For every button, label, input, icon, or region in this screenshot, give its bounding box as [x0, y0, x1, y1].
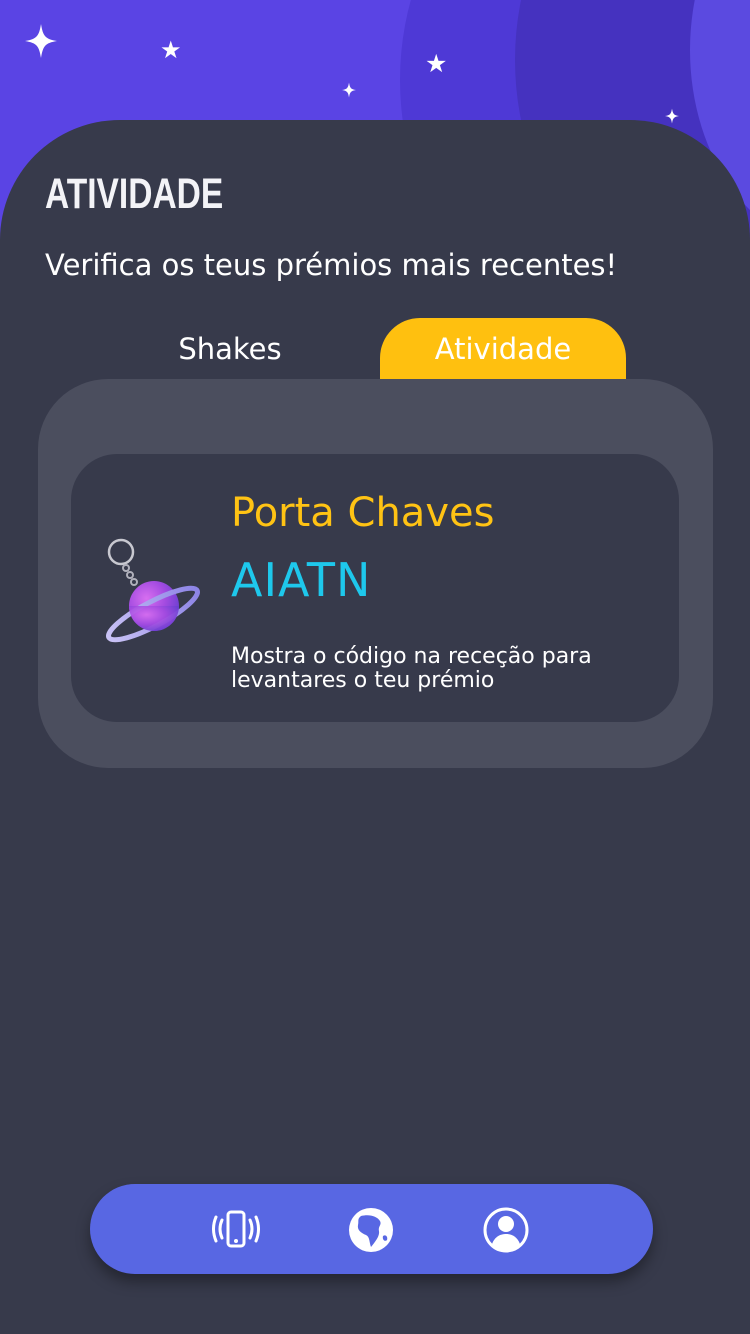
nav-profile-button[interactable]	[482, 1206, 530, 1254]
planet-keychain-icon	[105, 538, 201, 643]
star-icon: ★	[425, 49, 448, 78]
sparkle-icon	[25, 24, 57, 58]
prize-code: AIATN	[231, 553, 372, 607]
sparkle-icon	[665, 108, 679, 124]
sparkle-icon	[342, 82, 356, 98]
profile-icon	[483, 1207, 529, 1253]
page-subtitle: Verifica os teus prémios mais recentes!	[45, 248, 618, 282]
prize-instructions: Mostra o código na receção para levantar…	[231, 644, 592, 693]
nav-globe-button[interactable]	[347, 1206, 395, 1254]
tab-atividade[interactable]: Atividade	[380, 318, 626, 379]
tab-shakes[interactable]: Shakes	[107, 318, 353, 379]
page-title: ATIVIDADE	[45, 170, 224, 218]
globe-icon	[349, 1208, 393, 1252]
phone-shake-icon	[212, 1210, 260, 1248]
star-icon: ★	[160, 36, 182, 64]
prize-name: Porta Chaves	[231, 490, 495, 536]
nav-shake-button[interactable]	[212, 1206, 260, 1254]
bottom-nav	[90, 1184, 653, 1274]
